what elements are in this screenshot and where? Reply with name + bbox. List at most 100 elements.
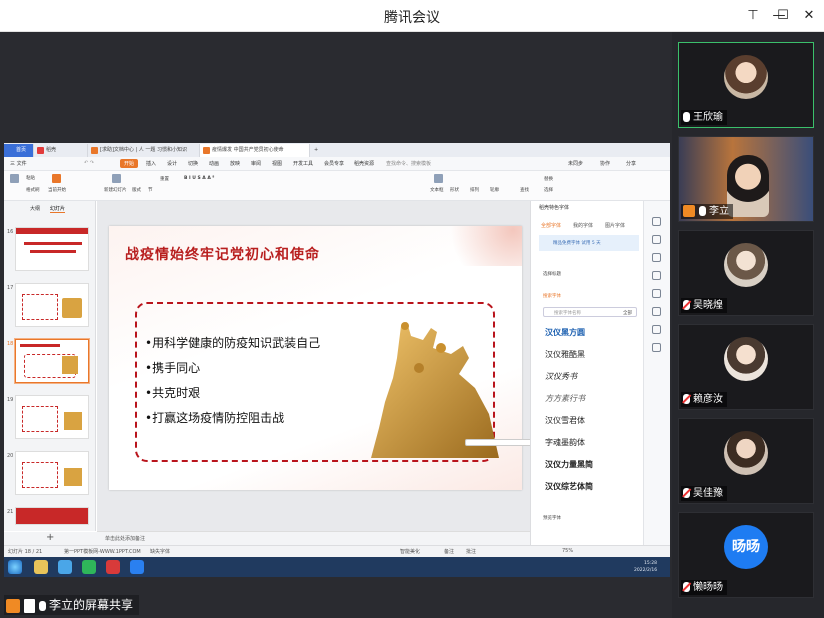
format-painter-label[interactable]: 格式刷 <box>26 187 40 193</box>
wps-icon[interactable] <box>106 560 120 574</box>
arrange-label[interactable]: 排列 <box>470 187 479 193</box>
participant-tile[interactable]: 赖彦汝 <box>678 324 814 410</box>
select-label[interactable]: 选择 <box>544 187 553 193</box>
font-sample[interactable]: 汉仪雅酷黑 <box>545 349 585 360</box>
slide-thumbnail[interactable] <box>15 283 89 327</box>
font-sample[interactable]: 汉仪综艺体简 <box>545 481 593 492</box>
zoom-level[interactable]: 75% <box>562 548 573 554</box>
notes-bar[interactable]: 单击此处添加备注 <box>97 531 530 545</box>
slide-thumbnail[interactable] <box>15 451 89 495</box>
replace-label[interactable]: 替换 <box>544 176 553 182</box>
menu-insert[interactable]: 插入 <box>146 160 156 167</box>
participant-tile[interactable]: 李立 <box>678 136 814 222</box>
font-sample[interactable]: 方方素行书 <box>545 393 585 404</box>
meeting-icon[interactable] <box>130 560 144 574</box>
pin-icon[interactable]: ⊤ <box>740 4 766 28</box>
outline-label[interactable]: 轮廓 <box>490 187 499 193</box>
comments-toggle[interactable]: 批注 <box>466 548 476 555</box>
font-tab-image[interactable]: 图片字体 <box>605 222 625 229</box>
menu-member[interactable]: 会员专享 <box>324 160 344 167</box>
slide-thumbnail[interactable] <box>15 227 89 271</box>
tab-doc-center[interactable]: [求助]文档中心 | 人 一题 习惯和小知识 <box>88 144 200 157</box>
font-sample[interactable]: 汉仪雪君体 <box>545 415 585 426</box>
wechat-icon[interactable] <box>82 560 96 574</box>
font-tab-mine[interactable]: 我的字体 <box>573 222 593 229</box>
tool-icon[interactable] <box>652 307 661 316</box>
search-scope[interactable]: 全部 <box>623 310 632 316</box>
tool-icon[interactable] <box>652 235 661 244</box>
font-format-icons[interactable]: B I U S A A ⁸ <box>184 176 214 181</box>
font-sample[interactable]: 汉仪力量黑简 <box>545 459 593 470</box>
section-label[interactable]: 节 <box>148 187 153 193</box>
slide-bullet[interactable]: •用科学健康的防疫知识武装自己 <box>145 334 320 351</box>
participant-tile[interactable]: 吴佳豫 <box>678 418 814 504</box>
menu-transition[interactable]: 切换 <box>188 160 198 167</box>
slide-bullet[interactable]: •携手同心 <box>145 359 200 376</box>
statue-image[interactable] <box>371 318 499 458</box>
current-slide[interactable]: 战疫情始终牢记党初心和使命 •用科学健康的防疫知识武装自己 •携手同心 •共克时… <box>109 226 535 490</box>
undo-icon[interactable]: ↶ ↷ <box>84 160 94 166</box>
floating-toolbar[interactable] <box>465 439 535 446</box>
notes-toggle[interactable]: 备注 <box>444 548 454 555</box>
layout-label[interactable]: 版式 <box>132 187 141 193</box>
font-tip[interactable]: 精品免费字体 试用 5 天 <box>539 235 639 251</box>
slide-title[interactable]: 战疫情始终牢记党初心和使命 <box>125 244 320 264</box>
smart-beautify[interactable]: 智能美化 <box>400 548 420 555</box>
tab-docer[interactable]: 稻壳 <box>34 144 88 157</box>
tool-icon[interactable] <box>652 271 661 280</box>
explorer-icon[interactable] <box>34 560 48 574</box>
notes-placeholder[interactable]: 单击此处添加备注 <box>105 535 145 542</box>
font-search-input[interactable]: 搜索字体名称 全部 <box>543 307 637 317</box>
menu-view[interactable]: 视图 <box>272 160 282 167</box>
menu-share[interactable]: 分享 <box>626 160 636 167</box>
paste-icon[interactable] <box>10 174 19 183</box>
menu-unsynced[interactable]: 未同步 <box>568 160 583 167</box>
menu-slideshow[interactable]: 放映 <box>230 160 240 167</box>
slide-bullet[interactable]: •打赢这场疫情防控阻击战 <box>145 409 284 426</box>
new-slide-icon[interactable] <box>112 174 121 183</box>
tool-icon[interactable] <box>652 289 661 298</box>
menu-design[interactable]: 设计 <box>167 160 177 167</box>
add-slide-icon[interactable]: + <box>46 532 54 543</box>
font-sample[interactable]: 汉仪秀书 <box>545 371 577 382</box>
play-icon[interactable] <box>52 174 61 183</box>
missing-font[interactable]: 缺失字体 <box>150 548 170 555</box>
menu-review[interactable]: 审阅 <box>251 160 261 167</box>
tool-icon[interactable] <box>652 325 661 334</box>
reset-label[interactable]: 重置 <box>160 176 169 182</box>
slide-thumbnail-selected[interactable] <box>15 339 89 383</box>
tab-outline[interactable]: 大纲 <box>30 205 40 212</box>
start-icon[interactable] <box>8 560 22 574</box>
new-tab-icon[interactable]: + <box>310 144 324 157</box>
menu-file[interactable]: 三 文件 <box>10 160 27 167</box>
slide-thumbnail[interactable] <box>15 507 89 525</box>
participant-tile[interactable]: 吴晓煌 <box>678 230 814 316</box>
participant-video <box>727 155 769 217</box>
participant-tile[interactable]: 王欣瑜 <box>678 42 814 128</box>
tool-icon[interactable] <box>652 253 661 262</box>
find-label[interactable]: 查找 <box>520 187 529 193</box>
font-sample[interactable]: 汉仪黑方圆 <box>545 327 585 338</box>
close-icon[interactable]: ✕ <box>796 4 822 28</box>
menu-docer[interactable]: 稻壳资源 <box>354 160 374 167</box>
menu-developer[interactable]: 开发工具 <box>293 160 313 167</box>
menu-start[interactable]: 开始 <box>120 159 139 168</box>
maximize-icon[interactable]: ☐ <box>770 4 796 28</box>
browser-icon[interactable] <box>58 560 72 574</box>
tool-icon[interactable] <box>652 217 661 226</box>
command-search[interactable]: 查找命令、搜索模板 <box>386 160 431 167</box>
font-tab-all[interactable]: 全部字体 <box>541 222 561 229</box>
tool-icon[interactable] <box>652 343 661 352</box>
participant-name: 赖彦汝 <box>693 394 723 405</box>
menu-animation[interactable]: 动画 <box>209 160 219 167</box>
shape-label[interactable]: 形状 <box>450 187 459 193</box>
participant-tile[interactable]: 旸旸 懒旸旸 <box>678 512 814 598</box>
textbox-icon[interactable] <box>434 174 443 183</box>
slide-bullet[interactable]: •共克时艰 <box>145 384 200 401</box>
menu-collab[interactable]: 协作 <box>600 160 610 167</box>
slide-thumbnail[interactable] <box>15 395 89 439</box>
tab-home[interactable]: 首页 <box>4 144 34 157</box>
tab-slides[interactable]: 幻灯片 <box>50 205 66 213</box>
tab-ppt-file[interactable]: 疫情爆发 中国共产党员初心使命 <box>200 144 310 157</box>
font-sample[interactable]: 字魂墨韵体 <box>545 437 585 448</box>
